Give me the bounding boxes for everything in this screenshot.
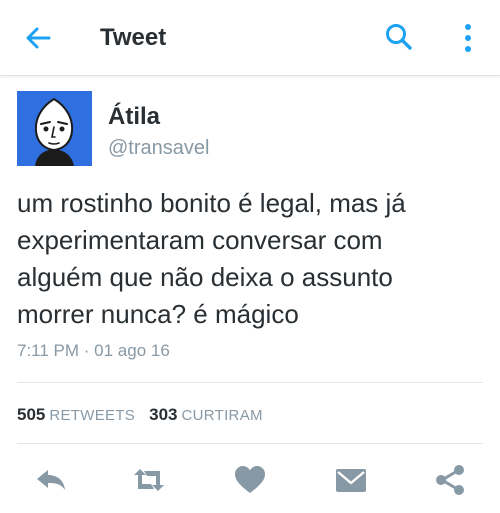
search-icon: [386, 24, 412, 50]
avatar[interactable]: [17, 91, 92, 166]
like-button[interactable]: [232, 462, 268, 498]
tweet-text-line: experimentaram conversar com: [17, 225, 383, 255]
tweet-text-line: um rostinho bonito é legal, mas já: [17, 188, 406, 218]
tweet-text-line: morrer nunca? é mágico: [17, 299, 299, 329]
page-title: Tweet: [100, 24, 167, 51]
tweet-text: um rostinho bonito é legal, mas já exper…: [17, 185, 487, 333]
retweet-icon: [134, 469, 164, 491]
retweets-count: 505: [17, 405, 46, 424]
avatar-face-icon: [17, 91, 92, 166]
mail-icon: [336, 469, 366, 492]
retweets-label: RETWEETS: [49, 407, 136, 424]
more-vertical-icon: [465, 24, 471, 52]
heart-icon: [235, 466, 265, 493]
author-display-name[interactable]: Átila: [108, 103, 160, 131]
tweet-text-line: alguém que não deixa o assunto: [17, 262, 393, 292]
retweet-button[interactable]: [131, 462, 167, 498]
retweets-stat[interactable]: 505 RETWEETS: [17, 405, 135, 424]
back-button[interactable]: [22, 22, 54, 54]
top-app-bar: Tweet: [0, 0, 500, 76]
reply-button[interactable]: [33, 462, 69, 498]
divider: [17, 382, 483, 383]
likes-count: 303: [149, 405, 178, 424]
tweet-stats: 505 RETWEETS 303 CURTIRAM: [17, 405, 263, 425]
search-button[interactable]: [383, 21, 415, 53]
likes-label: CURTIRAM: [181, 407, 263, 424]
reply-icon: [37, 470, 65, 490]
likes-stat[interactable]: 303 CURTIRAM: [149, 405, 263, 424]
arrow-left-icon: [26, 27, 51, 49]
divider: [17, 443, 483, 444]
tweet-timestamp: 7:11 PM · 01 ago 16: [17, 341, 170, 360]
direct-message-button[interactable]: [333, 462, 369, 498]
more-options-button[interactable]: [458, 21, 478, 55]
share-button[interactable]: [432, 462, 468, 498]
author-handle[interactable]: @transavel: [108, 137, 209, 160]
share-icon: [436, 465, 464, 495]
